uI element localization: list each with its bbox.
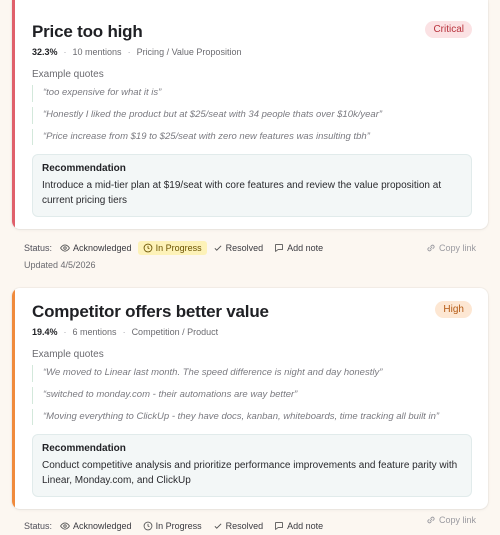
link-icon — [427, 517, 435, 524]
add-note-label: Add note — [287, 243, 324, 254]
status-acknowledged-label: Acknowledged — [73, 521, 132, 532]
mention-count: 10 mentions — [72, 47, 122, 57]
severity-accent-bar — [12, 288, 15, 510]
status-resolved-button[interactable]: Resolved — [213, 521, 264, 532]
clock-icon — [143, 244, 152, 253]
quotes-list: “too expensive for what it is” “Honestly… — [32, 85, 472, 146]
status-acknowledged-button[interactable]: Acknowledged — [60, 243, 132, 253]
quotes-label: Example quotes — [32, 349, 104, 360]
status-resolved-label: Resolved — [225, 243, 264, 254]
status-resolved-button[interactable]: Resolved — [213, 243, 264, 254]
copy-link-button[interactable]: Copy link — [426, 243, 476, 253]
check-icon — [214, 245, 222, 252]
updated-timestamp: Updated 4/5/2026 — [24, 260, 96, 271]
mention-count: 6 mentions — [72, 327, 117, 337]
eye-icon — [60, 522, 70, 531]
issue-category: Pricing / Value Proposition — [136, 47, 242, 57]
status-row: Status: Acknowledged In Progress Resolve… — [12, 515, 488, 532]
note-icon — [275, 244, 283, 253]
issue-block: Price too high Critical 32.3% · 10 menti… — [12, 0, 488, 270]
status-label: Status: — [24, 243, 53, 254]
severity-badge: High — [435, 301, 472, 318]
issue-category: Competition / Product — [131, 327, 219, 337]
status-resolved-label: Resolved — [225, 521, 264, 532]
status-in-progress-label: In Progress — [155, 521, 202, 532]
severity-accent-bar — [12, 0, 15, 230]
quote-item: “Price increase from $19 to $25/seat wit… — [32, 128, 472, 146]
quote-item: “Moving everything to ClickUp - they hav… — [32, 408, 472, 426]
copy-link-label: Copy link — [438, 515, 476, 526]
issue-card: Price too high Critical 32.3% · 10 menti… — [12, 0, 488, 230]
status-acknowledged-button[interactable]: Acknowledged — [60, 521, 132, 531]
status-acknowledged-label: Acknowledged — [73, 243, 132, 254]
quotes-label: Example quotes — [32, 69, 104, 80]
copy-link-button[interactable]: Copy link — [426, 515, 476, 525]
recommendation-label: Recommendation — [42, 443, 126, 455]
recommendation-box: Recommendation Introduce a mid-tier plan… — [32, 154, 472, 218]
issue-meta: 19.4% · 6 mentions · Competition / Produ… — [32, 327, 219, 337]
issue-title: Competitor offers better value — [32, 302, 269, 321]
quotes-list: “We moved to Linear last month. The spee… — [32, 365, 472, 426]
add-note-label: Add note — [287, 521, 324, 532]
issue-block: Competitor offers better value High 19.4… — [12, 288, 488, 531]
status-in-progress-button[interactable]: In Progress — [137, 241, 207, 256]
quote-item: “too expensive for what it is” — [32, 85, 472, 102]
issue-card: Competitor offers better value High 19.4… — [12, 288, 488, 510]
severity-badge: Critical — [425, 21, 472, 38]
status-in-progress-label: In Progress — [155, 243, 202, 254]
status-in-progress-button[interactable]: In Progress — [143, 521, 202, 531]
check-icon — [214, 523, 222, 530]
status-label: Status: — [24, 521, 53, 532]
recommendation-box: Recommendation Conduct competitive analy… — [32, 434, 472, 498]
quote-item: “We moved to Linear last month. The spee… — [32, 365, 472, 382]
mention-percent: 19.4% — [32, 327, 58, 337]
issue-title: Price too high — [32, 22, 143, 41]
add-note-button[interactable]: Add note — [274, 243, 323, 253]
quote-item: “Honestly I liked the product but at $25… — [32, 106, 472, 124]
eye-icon — [60, 244, 70, 253]
status-row: Status: Acknowledged In Progress Resolve… — [12, 241, 488, 256]
recommendation-label: Recommendation — [42, 163, 126, 175]
link-icon — [427, 245, 435, 252]
quote-item: “switched to monday.com - their automati… — [32, 386, 472, 404]
issue-meta: 32.3% · 10 mentions · Pricing / Value Pr… — [32, 47, 242, 57]
note-icon — [275, 522, 283, 531]
clock-icon — [143, 522, 152, 531]
copy-link-label: Copy link — [438, 243, 476, 254]
add-note-button[interactable]: Add note — [274, 521, 323, 531]
recommendation-text: Introduce a mid-tier plan at $19/seat wi… — [42, 180, 442, 206]
recommendation-text: Conduct competitive analysis and priorit… — [42, 460, 458, 486]
mention-percent: 32.3% — [32, 47, 58, 57]
